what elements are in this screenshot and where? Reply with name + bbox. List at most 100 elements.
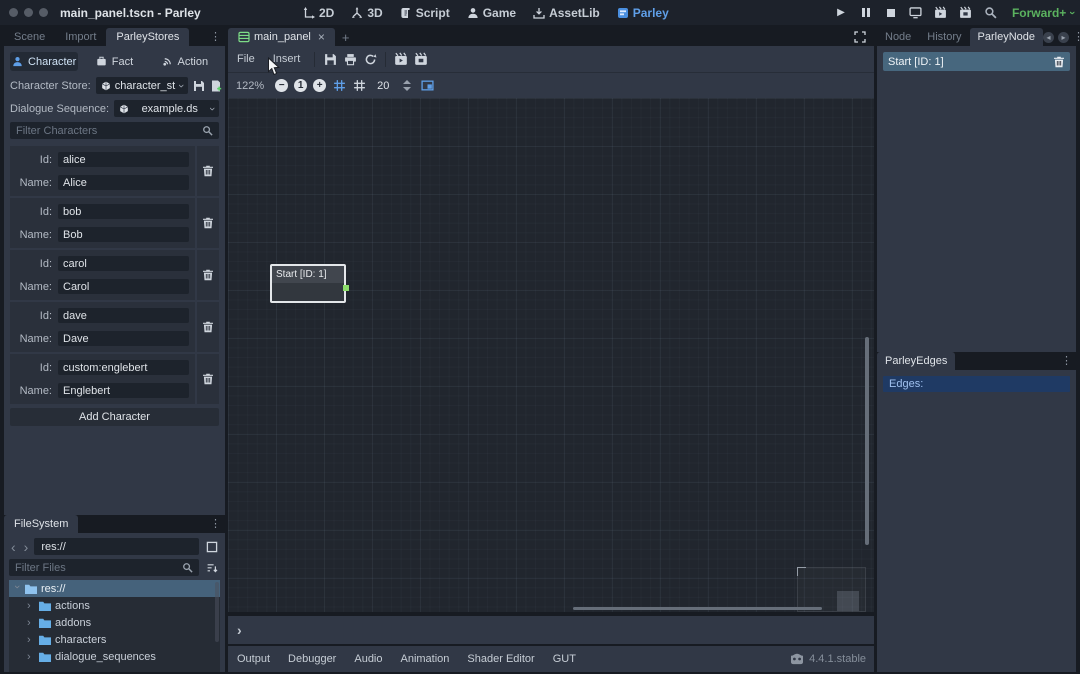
character-name-input[interactable] xyxy=(58,227,189,242)
tab-scroll-left-button[interactable]: ◂ xyxy=(1043,32,1054,43)
vertical-scrollbar[interactable] xyxy=(865,337,869,545)
tree-item-dialogue-sequences[interactable]: › dialogue_sequences xyxy=(9,648,220,665)
panel-shader-editor[interactable]: Shader Editor xyxy=(458,653,543,665)
collapse-arrow-icon[interactable]: › xyxy=(11,585,23,593)
test-dialogue-button[interactable] xyxy=(391,49,411,69)
delete-character-button[interactable] xyxy=(197,146,219,196)
movie-writer-button[interactable] xyxy=(958,5,974,21)
store-tab-action[interactable]: Action xyxy=(151,52,219,71)
pause-button[interactable] xyxy=(858,5,874,21)
character-name-input[interactable] xyxy=(58,175,189,190)
character-id-input[interactable] xyxy=(58,360,189,375)
stop-button[interactable] xyxy=(883,5,899,21)
new-tab-button[interactable]: + xyxy=(335,28,357,46)
refresh-button[interactable] xyxy=(360,49,380,69)
graph-canvas[interactable]: Start [ID: 1] xyxy=(228,98,874,612)
context-assetlib[interactable]: AssetLib xyxy=(533,6,600,20)
panel-output[interactable]: Output xyxy=(228,653,279,665)
context-script[interactable]: Script xyxy=(400,6,450,20)
tab-scroll-right-button[interactable]: ▸ xyxy=(1058,32,1069,43)
history-back-button[interactable]: ‹ xyxy=(9,540,18,554)
version-button[interactable]: 4.4.1.stable xyxy=(790,653,874,665)
delete-character-button[interactable] xyxy=(197,250,219,300)
tree-item-res[interactable]: › res:// xyxy=(9,580,220,597)
current-path[interactable]: res:// xyxy=(34,538,199,555)
filter-characters-input[interactable] xyxy=(16,125,202,137)
context-3d[interactable]: 3D xyxy=(351,6,382,20)
panel-gut[interactable]: GUT xyxy=(544,653,585,665)
panel-animation[interactable]: Animation xyxy=(392,653,459,665)
tab-main-panel[interactable]: main_panel × xyxy=(228,28,335,46)
expand-arrow-icon[interactable]: › xyxy=(27,600,35,612)
horizontal-scrollbar[interactable] xyxy=(573,607,822,610)
minimize-window-button[interactable] xyxy=(24,8,33,17)
tab-parleyedges[interactable]: ParleyEdges xyxy=(877,352,955,370)
tab-scene[interactable]: Scene xyxy=(4,28,55,46)
context-parley[interactable]: Parley xyxy=(617,6,669,20)
renderer-select[interactable]: Forward+› xyxy=(1012,6,1074,20)
expand-arrow-icon[interactable]: › xyxy=(27,617,35,629)
split-mode-button[interactable] xyxy=(203,538,220,555)
dock-menu-icon[interactable]: ⋮ xyxy=(1073,32,1080,43)
character-id-input[interactable] xyxy=(58,308,189,323)
node-list-item-start[interactable]: Start [ID: 1] xyxy=(883,52,1070,71)
character-name-input[interactable] xyxy=(58,331,189,346)
store-tab-fact[interactable]: Fact xyxy=(80,52,148,71)
zoom-in-button[interactable]: + xyxy=(313,79,326,92)
menu-insert[interactable]: Insert xyxy=(264,53,310,65)
tab-parleynode[interactable]: ParleyNode xyxy=(970,28,1043,46)
tree-item-addons[interactable]: › addons xyxy=(9,614,220,631)
tree-item-actions[interactable]: › actions xyxy=(9,597,220,614)
play-button[interactable]: ▶ xyxy=(833,5,849,21)
remote-debug-button[interactable] xyxy=(908,5,924,21)
minimap-toggle-button[interactable] xyxy=(417,76,437,96)
expand-arrow-icon[interactable]: › xyxy=(27,651,35,663)
panel-audio[interactable]: Audio xyxy=(345,653,391,665)
edges-header[interactable]: Edges: xyxy=(883,376,1070,392)
add-character-button[interactable]: Add Character xyxy=(10,408,219,426)
trash-icon[interactable] xyxy=(1053,56,1065,68)
zoom-out-button[interactable]: − xyxy=(275,79,288,92)
dialogue-sequence-select[interactable]: example.ds › xyxy=(114,100,219,117)
delete-character-button[interactable] xyxy=(197,354,219,404)
expand-arrow-icon[interactable]: › xyxy=(27,634,35,646)
close-tab-icon[interactable]: × xyxy=(318,30,325,44)
output-port[interactable] xyxy=(343,285,349,291)
graph-minimap[interactable] xyxy=(797,567,866,612)
dock-menu-icon[interactable]: ⋮ xyxy=(210,519,221,530)
new-store-button[interactable] xyxy=(210,77,222,94)
snap-toggle-button[interactable] xyxy=(329,76,349,96)
close-window-button[interactable] xyxy=(9,8,18,17)
character-id-input[interactable] xyxy=(58,256,189,271)
tree-scrollbar[interactable] xyxy=(215,582,219,642)
maximize-window-button[interactable] xyxy=(39,8,48,17)
movie-maker-button[interactable] xyxy=(933,5,949,21)
dock-menu-icon[interactable]: ⋮ xyxy=(210,32,221,43)
tab-history[interactable]: History xyxy=(919,28,969,46)
save-store-button[interactable] xyxy=(193,77,205,94)
tab-parleystores[interactable]: ParleyStores xyxy=(106,28,189,46)
context-2d[interactable]: 2D xyxy=(303,6,334,20)
menu-file[interactable]: File xyxy=(228,53,264,65)
character-id-input[interactable] xyxy=(58,204,189,219)
start-node[interactable]: Start [ID: 1] xyxy=(270,264,346,303)
print-graph-button[interactable] xyxy=(340,49,360,69)
delete-character-button[interactable] xyxy=(197,302,219,352)
fullscreen-icon[interactable] xyxy=(854,31,866,43)
tree-item-characters[interactable]: › characters xyxy=(9,631,220,648)
file-sort-button[interactable] xyxy=(203,559,220,576)
grid-toggle-button[interactable] xyxy=(349,76,369,96)
character-name-input[interactable] xyxy=(58,279,189,294)
panel-debugger[interactable]: Debugger xyxy=(279,653,345,665)
tab-node[interactable]: Node xyxy=(877,28,919,46)
tab-filesystem[interactable]: FileSystem xyxy=(4,515,78,533)
store-tab-character[interactable]: Character xyxy=(10,52,78,71)
zoom-reset-button[interactable]: 1 xyxy=(294,79,307,92)
screenshot-button[interactable] xyxy=(983,5,999,21)
snap-distance-value[interactable]: 20 xyxy=(369,80,397,92)
character-store-select[interactable]: character_st › xyxy=(96,77,188,94)
delete-character-button[interactable] xyxy=(197,198,219,248)
character-id-input[interactable] xyxy=(58,152,189,167)
save-sequence-button[interactable] xyxy=(320,49,340,69)
snap-distance-stepper[interactable] xyxy=(403,80,411,91)
